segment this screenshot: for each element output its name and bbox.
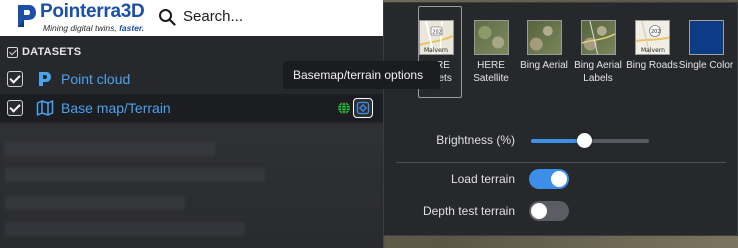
point-cloud-label[interactable]: Point cloud	[61, 71, 130, 87]
base-map-checkbox[interactable]	[7, 100, 23, 116]
tile-label: HERE Satellite	[473, 60, 509, 84]
panel-divider	[396, 162, 726, 163]
search-input[interactable]: Search...	[183, 8, 243, 25]
dataset-row-base-map[interactable]: Base map/Terrain	[0, 94, 383, 122]
brightness-label: Brightness (%)	[436, 133, 515, 147]
single-color-swatch	[688, 20, 724, 55]
toggle-knob	[531, 203, 547, 219]
basemap-tile-bing-aerial[interactable]: Bing Aerial	[514, 20, 574, 73]
depth-test-terrain-toggle[interactable]	[529, 201, 569, 221]
brightness-slider-handle[interactable]	[577, 133, 593, 148]
basemap-tile-bing-roads[interactable]: 202 Malvern Bing Roads	[622, 20, 682, 73]
search-icon[interactable]	[158, 8, 176, 26]
basemap-options-button[interactable]	[353, 98, 373, 118]
app-header: Pointerra3D Mining digital twins, faster…	[0, 0, 383, 36]
svg-text:Malvern: Malvern	[641, 47, 665, 54]
globe-icon	[338, 101, 350, 115]
brand-name: Pointerra3D	[40, 1, 145, 22]
blurred-dataset-list	[0, 124, 383, 248]
datasets-heading: DATASETS	[22, 46, 82, 58]
basemap-tile-bing-aerial-labels[interactable]: Bing Aerial Labels	[568, 20, 628, 85]
pointerra-p-icon	[39, 72, 51, 86]
basemap-tile-single-color[interactable]: Single Color	[676, 20, 736, 73]
bing-aerial-thumbnail	[526, 20, 562, 55]
settings-icon	[356, 101, 370, 115]
point-cloud-checkbox[interactable]	[7, 71, 23, 87]
brightness-slider[interactable]	[531, 133, 649, 148]
basemap-options-tooltip: Basemap/terrain options	[283, 61, 440, 89]
tile-label: Bing Roads	[626, 60, 678, 71]
base-map-label[interactable]: Base map/Terrain	[61, 100, 171, 116]
toggle-knob	[551, 171, 567, 187]
map-icon	[36, 100, 54, 116]
svg-text:202: 202	[651, 29, 661, 35]
tile-label: Bing Aerial Labels	[574, 60, 622, 84]
svg-text:202: 202	[432, 30, 442, 36]
tile-label: Bing Aerial	[520, 60, 568, 71]
depth-test-terrain-label: Depth test terrain	[422, 204, 515, 218]
datasets-header[interactable]: DATASETS	[7, 46, 81, 58]
tile-label: Single Color	[678, 60, 734, 71]
basemap-terrain-panel: 202 Malvern HERE Streets HERE Satellite …	[383, 2, 738, 236]
pointerra-logo-icon	[18, 5, 36, 27]
svg-text:Malvern: Malvern	[424, 47, 448, 54]
datasets-select-all-checkbox[interactable]	[7, 46, 18, 58]
bing-roads-thumbnail: 202 Malvern	[634, 20, 670, 55]
here-streets-thumbnail: 202 Malvern	[418, 20, 454, 55]
bing-aerial-labels-thumbnail	[580, 20, 616, 55]
load-terrain-label: Load terrain	[450, 172, 515, 186]
load-terrain-toggle[interactable]	[529, 169, 569, 189]
here-satellite-thumbnail	[473, 20, 509, 55]
brand-tagline: Mining digital twins, faster.	[43, 23, 145, 33]
basemap-tile-here-satellite[interactable]: HERE Satellite	[461, 20, 521, 85]
